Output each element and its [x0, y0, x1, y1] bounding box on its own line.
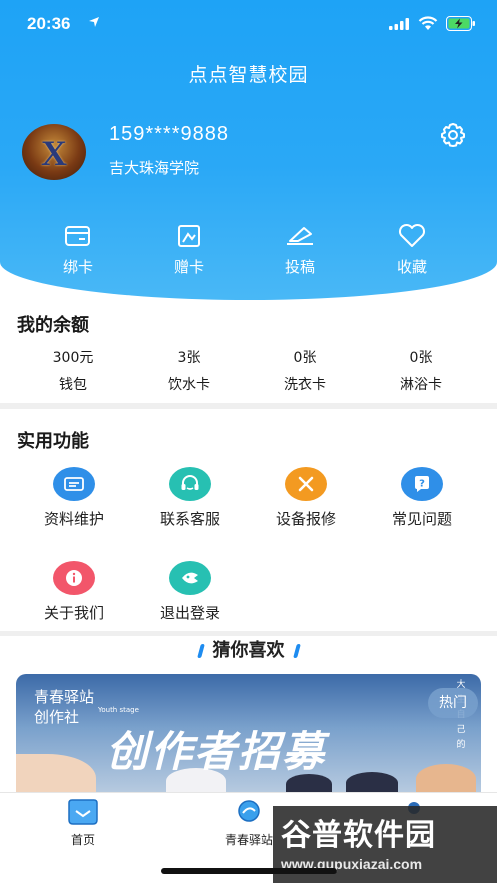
user-school: 吉大珠海学院: [109, 159, 200, 177]
question-icon: ?: [415, 476, 429, 492]
balance-value: 0张: [409, 350, 433, 366]
function-icon-circle: [169, 467, 211, 501]
balance-section-title: 我的余额: [17, 315, 89, 336]
function-label: 资料维护: [43, 510, 104, 528]
balance-wallet[interactable]: 300元 钱包: [18, 347, 128, 394]
location-arrow-icon: [89, 17, 99, 27]
balance-name: 钱包: [59, 377, 87, 393]
balance-value: 0张: [293, 350, 317, 366]
faq-button[interactable]: ? 常见问题: [367, 467, 477, 529]
function-label: 关于我们: [43, 604, 104, 622]
home-icon: [68, 799, 98, 825]
user-phone: 159****9888: [109, 123, 229, 145]
banner-person: [346, 772, 398, 794]
youth-station-icon: [238, 800, 260, 822]
cellular-signal-icon: [389, 18, 409, 30]
function-label: 设备报修: [275, 510, 336, 528]
avatar-logo-letter: X: [41, 133, 67, 173]
banner-line2: 创作社: [34, 708, 80, 726]
card-icon: [65, 226, 90, 246]
hot-button[interactable]: 热门: [428, 688, 478, 718]
heart-icon: [398, 223, 426, 247]
submit-button[interactable]: 投稿: [245, 222, 355, 277]
gear-icon[interactable]: [439, 121, 467, 149]
profile-edit-icon: [64, 477, 84, 491]
headset-icon: [181, 475, 199, 490]
submit-icon: [287, 227, 313, 245]
function-icon-circle: [169, 561, 211, 595]
banner-hand: [16, 754, 96, 794]
function-icon-circle: [285, 467, 327, 501]
function-icon-circle: [53, 467, 95, 501]
banner-person: [416, 764, 476, 794]
info-icon: [66, 570, 82, 586]
balance-shower-card[interactable]: 0张 淋浴卡: [366, 347, 476, 394]
gift-card-icon: [178, 225, 200, 247]
balance-water-card[interactable]: 3张 饮水卡: [134, 347, 244, 394]
wifi-icon: [418, 16, 438, 30]
bind-card-button[interactable]: 绑卡: [23, 222, 133, 277]
function-icon-circle: [53, 561, 95, 595]
equipment-repair-button[interactable]: 设备报修: [251, 467, 361, 529]
quick-action-label: 赠卡: [173, 258, 204, 276]
balance-value: 300元: [52, 350, 94, 366]
recommend-title: 猜你喜欢: [0, 636, 497, 662]
title-accent-bar: [196, 644, 205, 658]
status-time: 20:36: [27, 14, 71, 33]
about-us-button[interactable]: 关于我们: [19, 561, 129, 623]
recommend-title-text: 猜你喜欢: [212, 640, 285, 661]
balance-laundry-card[interactable]: 0张 洗衣卡: [250, 347, 360, 394]
status-bar: 20:36: [0, 0, 497, 48]
tools-icon: [298, 476, 314, 492]
title-accent-bar: [292, 644, 301, 658]
svg-text:?: ?: [419, 479, 425, 490]
quick-action-label: 收藏: [396, 258, 427, 276]
home-indicator[interactable]: [161, 868, 337, 874]
quick-action-label: 投稿: [284, 258, 315, 276]
banner-line1: 青春驿站: [34, 688, 95, 706]
balance-name: 淋浴卡: [400, 377, 442, 393]
battery-charging-icon: [446, 16, 475, 31]
gift-card-button[interactable]: 赠卡: [134, 222, 244, 277]
functions-section-title: 实用功能: [17, 431, 89, 452]
function-icon-circle: ?: [401, 467, 443, 501]
function-label: 常见问题: [391, 510, 452, 528]
section-divider: [0, 403, 497, 409]
favorites-button[interactable]: 收藏: [357, 222, 467, 277]
logout-icon: [182, 572, 198, 584]
banner-headline: 创作者招募: [106, 727, 327, 776]
contact-service-button[interactable]: 联系客服: [135, 467, 245, 529]
function-label: 联系客服: [159, 510, 220, 528]
avatar[interactable]: X: [22, 124, 86, 180]
quick-action-label: 绑卡: [62, 258, 93, 276]
tab-home[interactable]: 首页: [28, 799, 138, 848]
watermark-text: 谷普软件园: [281, 818, 436, 853]
balance-name: 饮水卡: [168, 377, 210, 393]
balance-name: 洗衣卡: [284, 377, 326, 393]
recruit-banner[interactable]: 青春驿站 创作社 Youth stage 创作者招募 大 生 自 己 的: [16, 674, 481, 794]
logout-button[interactable]: 退出登录: [135, 561, 245, 623]
banner-youth-stage: Youth stage: [98, 706, 139, 714]
tab-label: 首页: [70, 833, 95, 847]
balance-value: 3张: [177, 350, 201, 366]
page-title: 点点智慧校园: [188, 64, 309, 86]
profile-maintenance-button[interactable]: 资料维护: [19, 467, 129, 529]
function-label: 退出登录: [159, 604, 220, 622]
